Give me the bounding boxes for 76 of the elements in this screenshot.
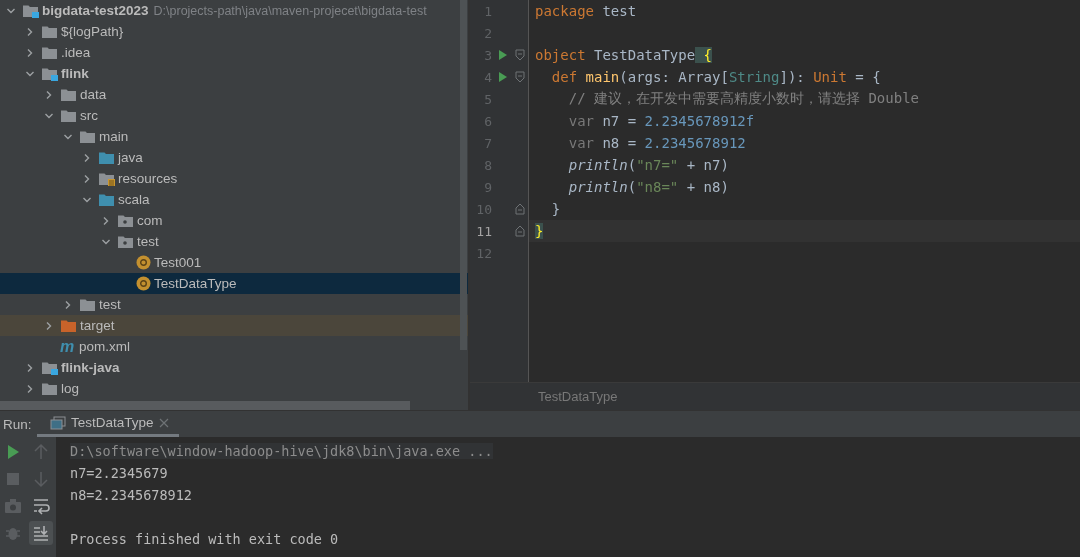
folder-icon	[79, 297, 96, 312]
code-line: }	[550, 201, 561, 217]
chevron-right-icon[interactable]	[44, 320, 54, 331]
code-line: println("n8=" + n8)	[567, 179, 729, 195]
console-line: Process finished with exit code 0	[70, 531, 339, 547]
folder-icon	[60, 318, 77, 333]
tree-item[interactable]: java	[0, 147, 468, 168]
fold-icon[interactable]	[515, 71, 525, 83]
tree-item[interactable]: Test001	[0, 252, 468, 273]
chevron-right-icon[interactable]	[101, 215, 111, 226]
panel-label: Run:	[2, 415, 33, 434]
source-folder-icon	[98, 192, 115, 207]
scroll-end-icon[interactable]	[29, 521, 53, 545]
folder-icon	[41, 381, 58, 396]
package-folder-icon	[117, 234, 134, 249]
folder-icon	[79, 129, 96, 144]
fold-icon[interactable]	[515, 225, 525, 237]
tree-item[interactable]: flink	[0, 63, 468, 84]
tree-item[interactable]: resources	[0, 168, 468, 189]
tree-item[interactable]: test	[0, 294, 468, 315]
code-line: var n8 = 2.2345678912	[567, 135, 746, 151]
code-line: println("n7=" + n7)	[567, 157, 729, 173]
folder-icon	[60, 108, 77, 123]
close-icon[interactable]	[158, 417, 169, 428]
package-folder-icon	[117, 213, 134, 228]
tree-item[interactable]: flink-java	[0, 357, 468, 378]
console-line: n8=2.2345678912	[70, 487, 192, 503]
line-number: 11	[475, 223, 492, 239]
run-icon[interactable]	[498, 71, 508, 83]
tree-item[interactable]: scala	[0, 189, 468, 210]
object-icon	[136, 276, 151, 291]
chevron-right-icon[interactable]	[25, 26, 35, 37]
folder-icon	[41, 45, 58, 60]
code-line: def main(args: Array[String]): Unit = {	[550, 69, 881, 85]
tree-item[interactable]: bigdata-test2023 D:\projects-path\java\maven-projecet\bigdata-test	[0, 0, 468, 21]
tree-item[interactable]: target	[0, 315, 468, 336]
maven-icon: m	[60, 338, 77, 355]
tree-item[interactable]: TestDataType	[0, 273, 468, 294]
chevron-right-icon[interactable]	[44, 89, 54, 100]
chevron-right-icon[interactable]	[82, 152, 92, 163]
tree-item[interactable]: .idea	[0, 42, 468, 63]
code-line: var n7 = 2.2345678912f	[567, 113, 755, 129]
code-line: // 建议，在开发中需要高精度小数时，请选择 Double	[567, 90, 919, 108]
resources-folder-icon	[98, 171, 115, 186]
tree-item[interactable]: src	[0, 105, 468, 126]
run-icon[interactable]	[498, 49, 508, 61]
chevron-right-icon[interactable]	[25, 383, 35, 394]
code-line: package test	[535, 3, 637, 19]
chevron-right-icon[interactable]	[82, 173, 92, 184]
source-folder-icon	[98, 150, 115, 165]
tree-item[interactable]: com	[0, 210, 468, 231]
module-folder-icon	[41, 66, 58, 81]
tree-item[interactable]: data	[0, 84, 468, 105]
project-path: D:\projects-path\java\maven-projecet\bigdata-test	[153, 3, 427, 18]
tree-item[interactable]: log	[0, 378, 468, 399]
fold-icon[interactable]	[515, 203, 525, 215]
run-tab[interactable]: TestDataType	[37, 411, 179, 437]
tree-item[interactable]: main	[0, 126, 468, 147]
scrollbar[interactable]	[0, 401, 410, 410]
console-line: n7=2.2345679	[70, 465, 168, 481]
chevron-right-icon[interactable]	[25, 47, 35, 58]
console-icon	[50, 415, 66, 430]
tree-item[interactable]: ${logPath}	[0, 21, 468, 42]
code-line: object TestDataType {	[535, 47, 712, 63]
module-folder-icon	[22, 3, 39, 18]
folder-icon	[60, 87, 77, 102]
tree-item[interactable]: test	[0, 231, 468, 252]
object-icon	[136, 255, 151, 270]
scrollbar[interactable]	[460, 0, 467, 350]
folder-icon	[41, 24, 58, 39]
tree-item[interactable]: m pom.xml	[0, 336, 468, 357]
chevron-right-icon[interactable]	[25, 362, 35, 373]
module-folder-icon	[41, 360, 58, 375]
breadcrumb[interactable]: TestDataType	[538, 389, 618, 404]
chevron-right-icon[interactable]	[63, 299, 73, 310]
fold-icon[interactable]	[515, 49, 525, 61]
